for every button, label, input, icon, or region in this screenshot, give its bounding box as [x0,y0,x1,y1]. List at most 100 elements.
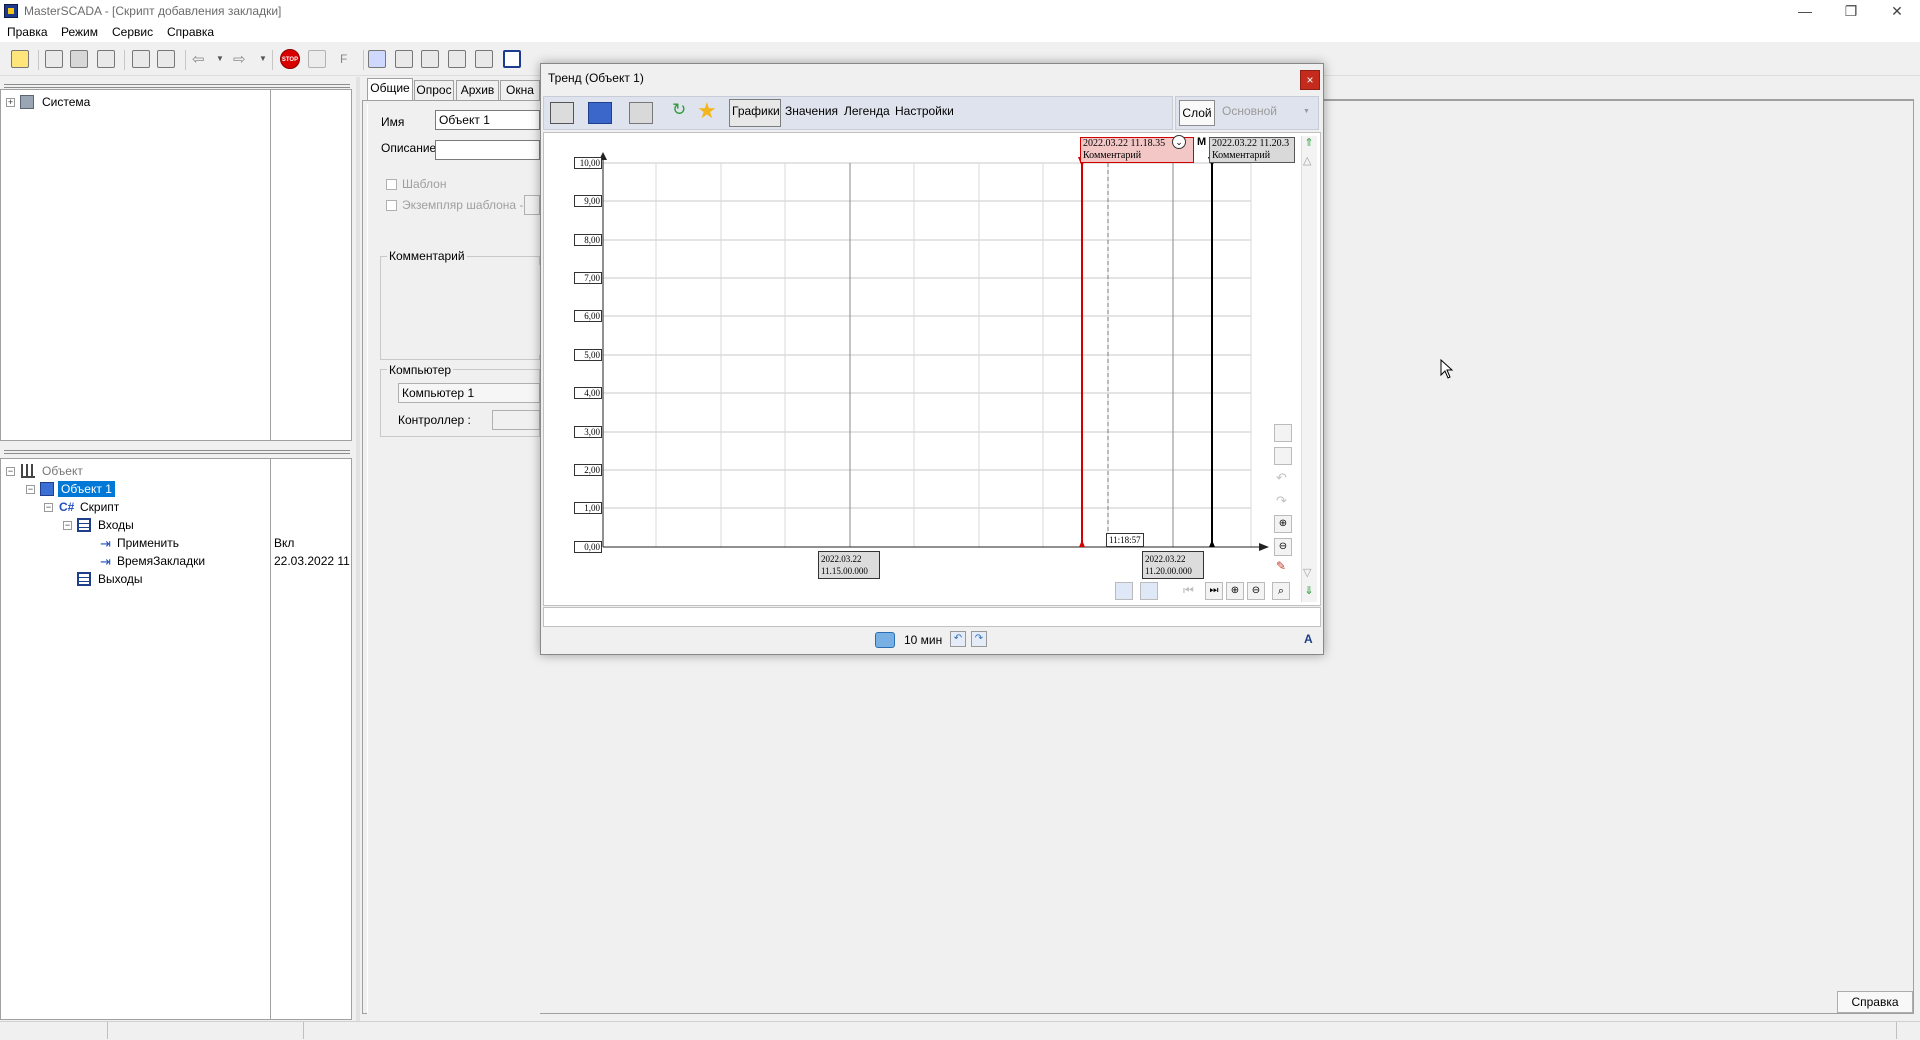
tree-item-script[interactable]: Скрипт [80,500,119,514]
up-level-icon[interactable] [157,50,175,68]
tree-item-input[interactable]: Применить [117,536,179,550]
bars-icon[interactable] [97,50,115,68]
window-icon[interactable] [45,50,63,68]
open-project-icon[interactable] [11,50,29,68]
forward-arrow-icon[interactable]: ⇨ [233,50,246,68]
back-dropdown-icon[interactable]: ▼ [216,54,224,63]
tab-polling[interactable]: Опрос [414,80,454,100]
scroll-up-icon[interactable]: △ [1303,154,1311,167]
controller-field[interactable] [492,410,540,430]
computer-field[interactable]: Компьютер 1 [398,383,540,403]
zoom-box-icon[interactable] [1274,424,1292,442]
print-icon[interactable] [629,102,653,124]
tree-item-object-root[interactable]: Объект [42,464,83,478]
trend-tab-values[interactable]: Значения [785,104,838,118]
layer-dropdown-icon[interactable]: ▼ [1303,108,1310,115]
table-icon[interactable] [395,50,413,68]
tab-archive[interactable]: Архив [456,80,499,100]
screen-icon[interactable] [475,50,493,68]
help-button[interactable]: Справка [1837,991,1913,1013]
collapse-icon[interactable]: − [6,467,15,476]
tree-item-input[interactable]: ВремяЗакладки [117,554,205,568]
collapse-bookmarks-icon[interactable]: ⌄ [1172,135,1186,149]
tab-windows[interactable]: Окна [500,80,540,100]
input-arrow-icon: ⇥ [100,536,111,551]
f-button[interactable]: F [340,52,347,66]
collapse-icon[interactable]: − [44,503,53,512]
trend-close-button[interactable]: × [1300,70,1320,90]
panel-splitter-grip[interactable] [4,449,350,455]
menu-help[interactable]: Справка [167,25,214,39]
period-forward-icon[interactable]: ↷ [971,631,987,647]
column-divider[interactable] [270,89,271,441]
bookmark-star-icon[interactable]: ★ [697,98,717,124]
frame-icon[interactable] [503,50,521,68]
bookmark-label-black[interactable]: 2022.03.22 11.20.3 Комментарий [1209,137,1295,163]
tree-view-icon[interactable] [70,50,88,68]
period-icon[interactable] [875,632,895,648]
collapse-icon[interactable]: − [26,485,35,494]
scroll-bottom-icon[interactable]: ⇓ [1302,584,1316,598]
home-icon[interactable] [132,50,150,68]
trend-tab-graphs[interactable]: Графики [732,104,780,118]
description-label: Описание [381,141,437,155]
expand-icon[interactable]: + [6,98,15,107]
comment-area[interactable] [385,265,540,355]
y-tick-label: 3,00 [574,426,602,438]
zoom-in-y-icon[interactable]: ⊕ [1274,515,1292,533]
compare-icon[interactable] [368,50,386,68]
scroll-top-icon[interactable]: ⇑ [1302,136,1316,150]
stop-button[interactable]: STOP [280,49,300,69]
period-label[interactable]: 10 мин [904,633,942,647]
y-tick-label: 4,00 [574,387,602,399]
trend-tab-settings[interactable]: Настройки [895,104,954,118]
tab-general[interactable]: Общие [367,78,413,100]
template-label: Шаблон [402,177,447,191]
collapse-icon[interactable]: − [63,521,72,530]
rows-view-icon[interactable] [1140,582,1158,600]
magnifier-icon[interactable]: ⌕ [1272,582,1290,600]
report-icon[interactable] [421,50,439,68]
name-field[interactable]: Объект 1 [435,110,540,130]
go-end-icon[interactable]: ⏭ [1205,582,1223,600]
tree-item-object1[interactable]: Объект 1 [58,481,115,497]
trend-vertical-scrollbar[interactable] [1301,136,1317,602]
description-field[interactable] [435,140,540,160]
period-back-icon[interactable]: ↶ [950,631,966,647]
tree-item-outputs[interactable]: Выходы [98,572,143,586]
menu-mode[interactable]: Режим [61,25,98,39]
vertical-splitter[interactable] [356,77,360,1021]
general-tab-content [367,104,540,1014]
minimize-button[interactable]: — [1782,0,1828,24]
y-tick-label: 1,00 [574,502,602,514]
forward-dropdown-icon[interactable]: ▼ [259,54,267,63]
tree-item-system[interactable]: Система [42,95,90,109]
camera-icon[interactable] [550,102,574,124]
zoom-out-x-icon[interactable]: ⊖ [1247,582,1265,600]
tree-item-inputs[interactable]: Входы [98,518,134,532]
zoom-in-x-icon[interactable]: ⊕ [1226,582,1244,600]
trend-status-field[interactable] [543,607,1321,627]
menu-edit[interactable]: Правка [7,25,48,39]
settings-window-icon[interactable] [448,50,466,68]
pen-icon[interactable]: ✎ [1276,559,1286,573]
trend-tab-legend[interactable]: Легенда [844,104,890,118]
columns-view-icon[interactable] [1115,582,1133,600]
layer-selector[interactable]: Основной [1222,104,1277,118]
status-cell [1896,1022,1920,1039]
menu-service[interactable]: Сервис [112,25,153,39]
save-icon[interactable] [588,102,612,124]
scroll-down-icon[interactable]: ▽ [1303,566,1311,579]
layer-button[interactable]: Слой [1179,100,1215,126]
cursor-time-label: 11:18:57 [1106,533,1144,547]
restore-button[interactable]: ❐ [1828,0,1874,24]
inputs-icon [77,518,91,532]
close-button[interactable]: ✕ [1874,0,1920,24]
zoom-out-y-icon[interactable]: ⊖ [1274,538,1292,556]
font-icon[interactable]: A [1304,632,1313,646]
menu-bar [0,24,1920,42]
zoom-area-icon[interactable] [1274,447,1292,465]
back-arrow-icon[interactable]: ⇦ [192,50,205,68]
refresh-icon[interactable]: ↻ [672,100,686,120]
column-divider[interactable] [270,458,271,1020]
